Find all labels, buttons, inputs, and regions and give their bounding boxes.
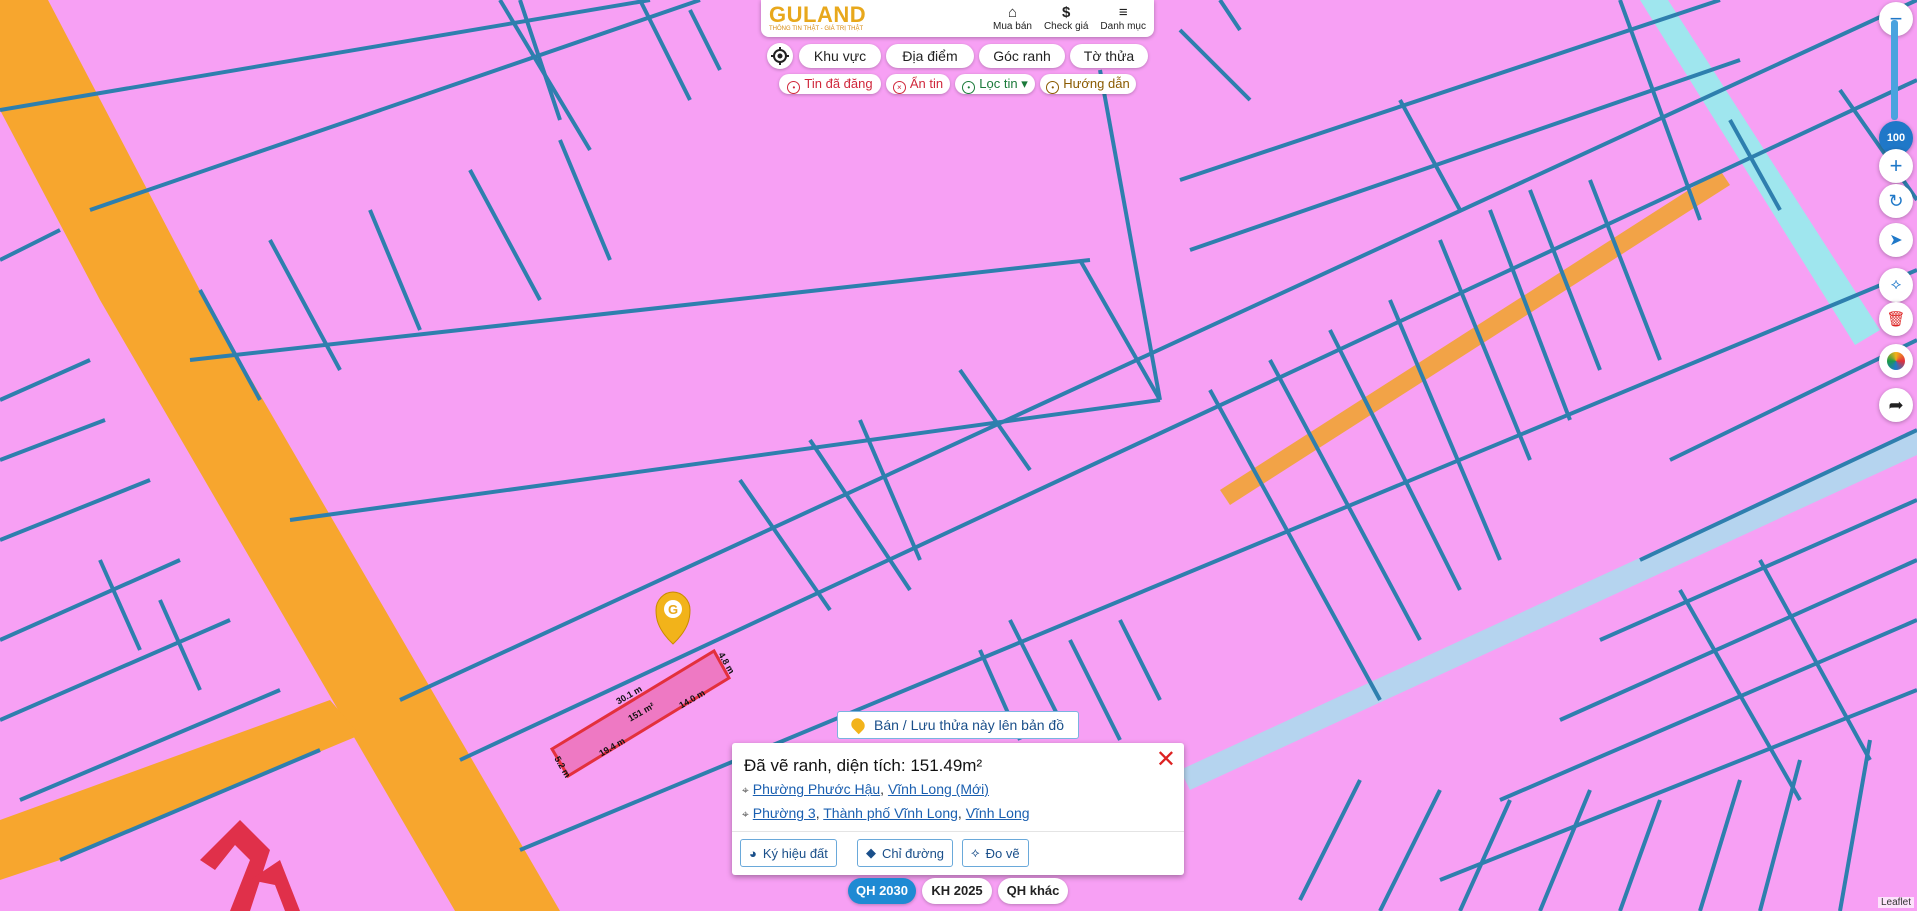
sell-save-label: Bán / Lưu thửa này lên bản đồ xyxy=(874,717,1064,733)
ward-link[interactable]: Phường Phước Hậu xyxy=(753,781,880,797)
province-link[interactable]: Vĩnh Long (Mới) xyxy=(888,781,989,797)
svg-text:G: G xyxy=(668,602,678,617)
zoom-slider-track[interactable] xyxy=(1891,20,1898,120)
tab-dia-diem[interactable]: Địa điểm xyxy=(886,44,974,68)
province-link[interactable]: Vĩnh Long xyxy=(966,805,1030,821)
measure-draw-button[interactable]: ⟡ Đo vẽ xyxy=(962,839,1029,867)
hide-listings-chip[interactable]: × Ẩn tin xyxy=(886,74,950,94)
filter-label: Lọc tin xyxy=(979,76,1018,91)
locate-me-button[interactable] xyxy=(767,43,793,69)
filter-icon: • xyxy=(962,81,976,94)
ward-link[interactable]: Phường 3 xyxy=(753,805,816,821)
posted-label: Tin đã đăng xyxy=(804,76,873,91)
logo-text: GULAND xyxy=(769,1,867,27)
popup-title: Đã vẽ ranh, diện tích: 151.49m² xyxy=(744,756,983,775)
refresh-icon: ↻ xyxy=(1888,190,1904,211)
chevron-down-icon: ▾ xyxy=(1017,76,1028,91)
navigate-button[interactable]: ➤ xyxy=(1879,223,1913,257)
plus-icon: + xyxy=(1889,153,1903,178)
house-icon: ⌂ xyxy=(1007,4,1018,21)
address-old: ⌖ Phường 3, Thành phố Vĩnh Long, Vĩnh Lon… xyxy=(742,805,1030,821)
delete-button[interactable]: 🗑 xyxy=(1879,302,1913,336)
logo[interactable]: GULAND THÔNG TIN THẬT - GIÁ TRỊ THẬT xyxy=(769,1,867,33)
posted-listings-chip[interactable]: • Tin đã đăng xyxy=(779,74,881,94)
guide-label: Hướng dẫn xyxy=(1063,76,1130,91)
address-new: ⌖ Phường Phước Hậu, Vĩnh Long (Mới) xyxy=(742,781,989,797)
measure-button[interactable]: ⟡ xyxy=(1879,268,1913,302)
tab-to-thua[interactable]: Tờ thửa xyxy=(1070,44,1148,68)
map-attribution[interactable]: Leaflet xyxy=(1878,897,1915,908)
marker-pin-icon xyxy=(848,715,868,735)
tab-goc-ranh[interactable]: Góc ranh xyxy=(979,44,1065,68)
crosshair-icon xyxy=(771,47,789,65)
guide-icon: • xyxy=(1046,81,1060,94)
measure-draw-label: Đo vẽ xyxy=(985,845,1020,861)
palette-icon: ◕ xyxy=(749,845,757,861)
tab-khu-vuc[interactable]: Khu vực xyxy=(799,44,881,68)
close-icon[interactable]: ✕ xyxy=(1156,747,1176,773)
buy-sell-label: Mua bán xyxy=(993,21,1032,32)
measure-icon: ⟡ xyxy=(971,845,980,860)
layer-tab-kh2025[interactable]: KH 2025 xyxy=(922,878,992,904)
land-symbol-label: Ký hiệu đất xyxy=(762,845,828,861)
menu-label: Danh mục xyxy=(1100,21,1146,32)
hide-icon: × xyxy=(892,81,906,94)
color-palette-button[interactable] xyxy=(1879,344,1913,378)
layer-tab-qh2030[interactable]: QH 2030 xyxy=(848,878,916,904)
share-button[interactable]: ➦ xyxy=(1879,388,1913,422)
check-price-label: Check giá xyxy=(1043,21,1089,32)
divider xyxy=(732,831,1184,832)
filter-listings-chip[interactable]: • Lọc tin ▾ xyxy=(955,74,1035,94)
refresh-button[interactable]: ↻ xyxy=(1879,184,1913,218)
land-symbol-button[interactable]: ◕ Ký hiệu đất xyxy=(740,839,837,867)
logo-tagline: THÔNG TIN THẬT - GIÁ TRỊ THẬT xyxy=(769,25,864,32)
navigation-arrow-icon: ➤ xyxy=(1889,232,1903,249)
menu-icon: ≡ xyxy=(1118,4,1128,21)
city-link[interactable]: Thành phố Vĩnh Long xyxy=(823,805,958,821)
buy-sell-button[interactable]: ⌂ Mua bán xyxy=(993,4,1032,33)
menu-button[interactable]: ≡ Danh mục xyxy=(1100,4,1146,33)
share-icon: ➦ xyxy=(1888,394,1904,415)
hide-label: Ẩn tin xyxy=(909,76,944,91)
parcel-info-popup: Đã vẽ ranh, diện tích: 151.49m² ✕ ⌖ Phườn… xyxy=(732,743,1184,875)
measure-icon: ⟡ xyxy=(1890,276,1902,293)
directions-icon: ◆ xyxy=(866,845,876,860)
location-pin-icon: ⌖ xyxy=(742,807,749,821)
location-pin-icon: ⌖ xyxy=(742,783,749,797)
posted-icon: • xyxy=(787,81,801,94)
check-price-button[interactable]: $ Check giá xyxy=(1043,4,1089,33)
directions-label: Chỉ đường xyxy=(882,845,945,861)
top-header: GULAND THÔNG TIN THẬT - GIÁ TRỊ THẬT ⌂ M… xyxy=(761,0,1154,37)
directions-button[interactable]: ◆ Chỉ đường xyxy=(857,839,954,867)
sell-save-parcel-button[interactable]: Bán / Lưu thửa này lên bản đồ xyxy=(837,711,1079,739)
layer-tab-qh-khac[interactable]: QH khác xyxy=(998,878,1068,904)
palette-icon xyxy=(1887,352,1905,370)
guide-chip[interactable]: • Hướng dẫn xyxy=(1040,74,1136,94)
trash-icon: 🗑 xyxy=(1886,311,1906,328)
dollar-icon: $ xyxy=(1062,4,1071,21)
zoom-in-button[interactable]: + xyxy=(1879,149,1913,183)
